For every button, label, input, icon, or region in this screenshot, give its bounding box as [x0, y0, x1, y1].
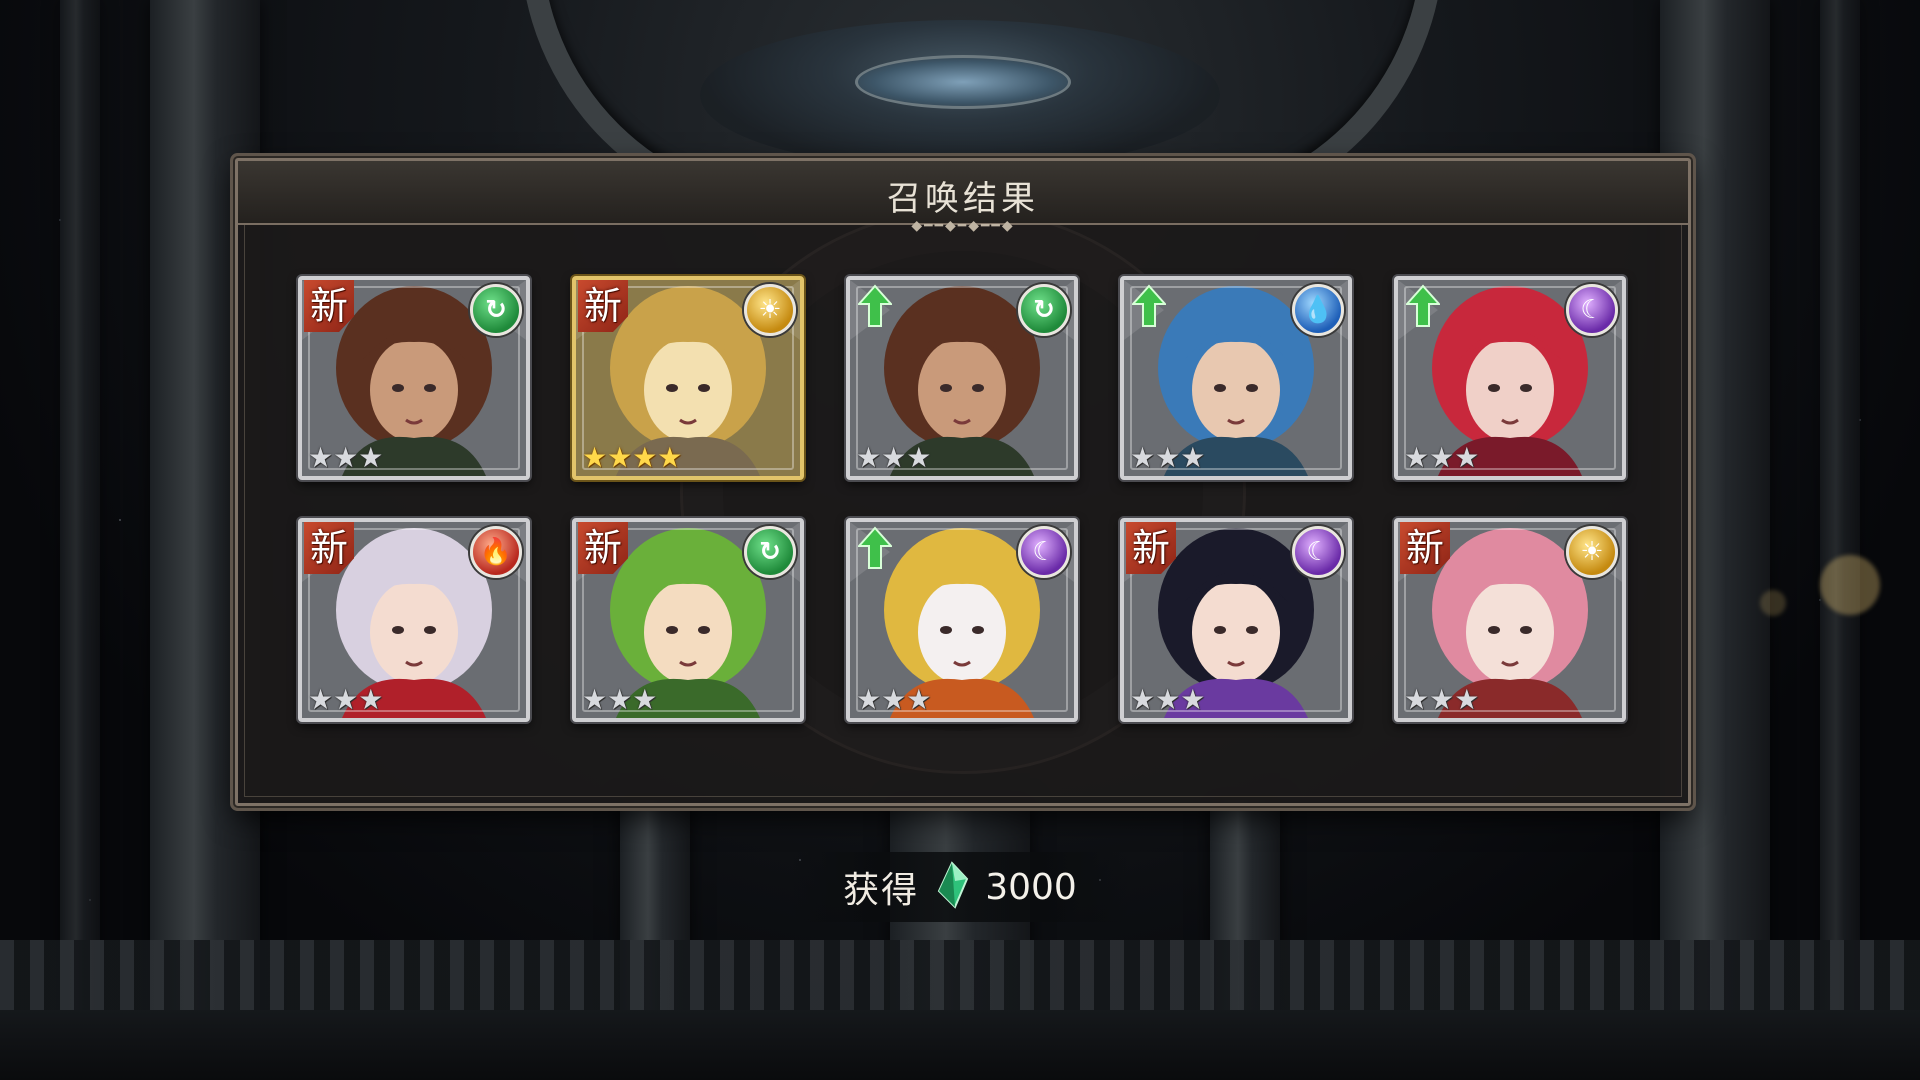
- rarity-stars: ★★★★: [582, 444, 682, 472]
- rarity-stars: ★★★: [856, 686, 931, 714]
- dark-element-icon: ☾: [1566, 284, 1618, 336]
- wind-element-icon: ↻: [470, 284, 522, 336]
- star-icon: ★★★★: [582, 441, 683, 474]
- result-card[interactable]: 新 ☀ ★★★: [1394, 518, 1626, 722]
- rarity-stars: ★★★: [1404, 686, 1479, 714]
- star-icon: ★★★: [1130, 683, 1206, 716]
- reward-bar: 获得 3000: [790, 852, 1130, 922]
- result-card[interactable]: 新 ↻ ★★★: [572, 518, 804, 722]
- star-icon: ★★★: [582, 683, 658, 716]
- fire-element-icon: 🔥: [470, 526, 522, 578]
- star-icon: ★★★: [308, 441, 384, 474]
- page-title: 召唤结果: [887, 179, 1039, 219]
- wind-element-icon: ↻: [1018, 284, 1070, 336]
- dark-element-icon: ☾: [1018, 526, 1070, 578]
- star-icon: ★★★: [856, 683, 932, 716]
- panel-header: 召唤结果: [238, 161, 1688, 225]
- left-pillar-far: [60, 0, 100, 1080]
- dark-element-icon: ☾: [1292, 526, 1344, 578]
- result-card[interactable]: ☾ ★★★: [1394, 276, 1626, 480]
- star-icon: ★★★: [1130, 441, 1206, 474]
- up-arrow-icon: [856, 284, 894, 328]
- star-icon: ★★★: [308, 683, 384, 716]
- rarity-stars: ★★★: [582, 686, 657, 714]
- result-card[interactable]: 新 ☾ ★★★: [1120, 518, 1352, 722]
- up-arrow-icon: [1404, 284, 1442, 328]
- up-arrow-icon: [1130, 284, 1168, 328]
- star-icon: ★★★: [856, 441, 932, 474]
- rarity-stars: ★★★: [308, 444, 383, 472]
- result-card[interactable]: 💧 ★★★: [1120, 276, 1352, 480]
- result-grid: 新 ↻ ★★★ 新 ☀ ★★★★ ↻ ★★★ 💧 ★★★ ☾ ★★★ 新 🔥 ★★★ 新 ↻ ★★★ ☾ ★★★ 新 ☾ ★…: [298, 276, 1628, 722]
- wind-element-icon: ↻: [744, 526, 796, 578]
- reward-amount: 3000: [985, 866, 1077, 908]
- light-element-icon: ☀: [1566, 526, 1618, 578]
- result-card[interactable]: 新 ↻ ★★★: [298, 276, 530, 480]
- star-icon: ★★★: [1404, 683, 1480, 716]
- rarity-stars: ★★★: [856, 444, 931, 472]
- right-pillar-far: [1820, 0, 1860, 1080]
- summon-result-panel: 召唤结果 ◆━━◆━◆━━◆ 新 ↻ ★★★ 新 ☀ ★★★★ ↻ ★★★ 💧 ★★★ ☾ ★★★ 新 🔥…: [235, 158, 1691, 806]
- light-bokeh: [1760, 590, 1786, 616]
- balcony-railing: [0, 940, 1920, 1010]
- light-bokeh: [1820, 555, 1880, 615]
- light-element-icon: ☀: [744, 284, 796, 336]
- water-element-icon: 💧: [1292, 284, 1344, 336]
- result-card[interactable]: 新 ☀ ★★★★: [572, 276, 804, 480]
- up-arrow-icon: [856, 526, 894, 570]
- green-crystal-icon: [935, 861, 969, 913]
- rarity-stars: ★★★: [308, 686, 383, 714]
- result-card[interactable]: ☾ ★★★: [846, 518, 1078, 722]
- rarity-stars: ★★★: [1130, 686, 1205, 714]
- floor: [0, 1010, 1920, 1080]
- rarity-stars: ★★★: [1130, 444, 1205, 472]
- rarity-stars: ★★★: [1404, 444, 1479, 472]
- result-card[interactable]: ↻ ★★★: [846, 276, 1078, 480]
- result-card[interactable]: 新 🔥 ★★★: [298, 518, 530, 722]
- title-ornament: ◆━━◆━◆━━◆: [911, 218, 1015, 234]
- reward-label: 获得: [843, 870, 920, 911]
- star-icon: ★★★: [1404, 441, 1480, 474]
